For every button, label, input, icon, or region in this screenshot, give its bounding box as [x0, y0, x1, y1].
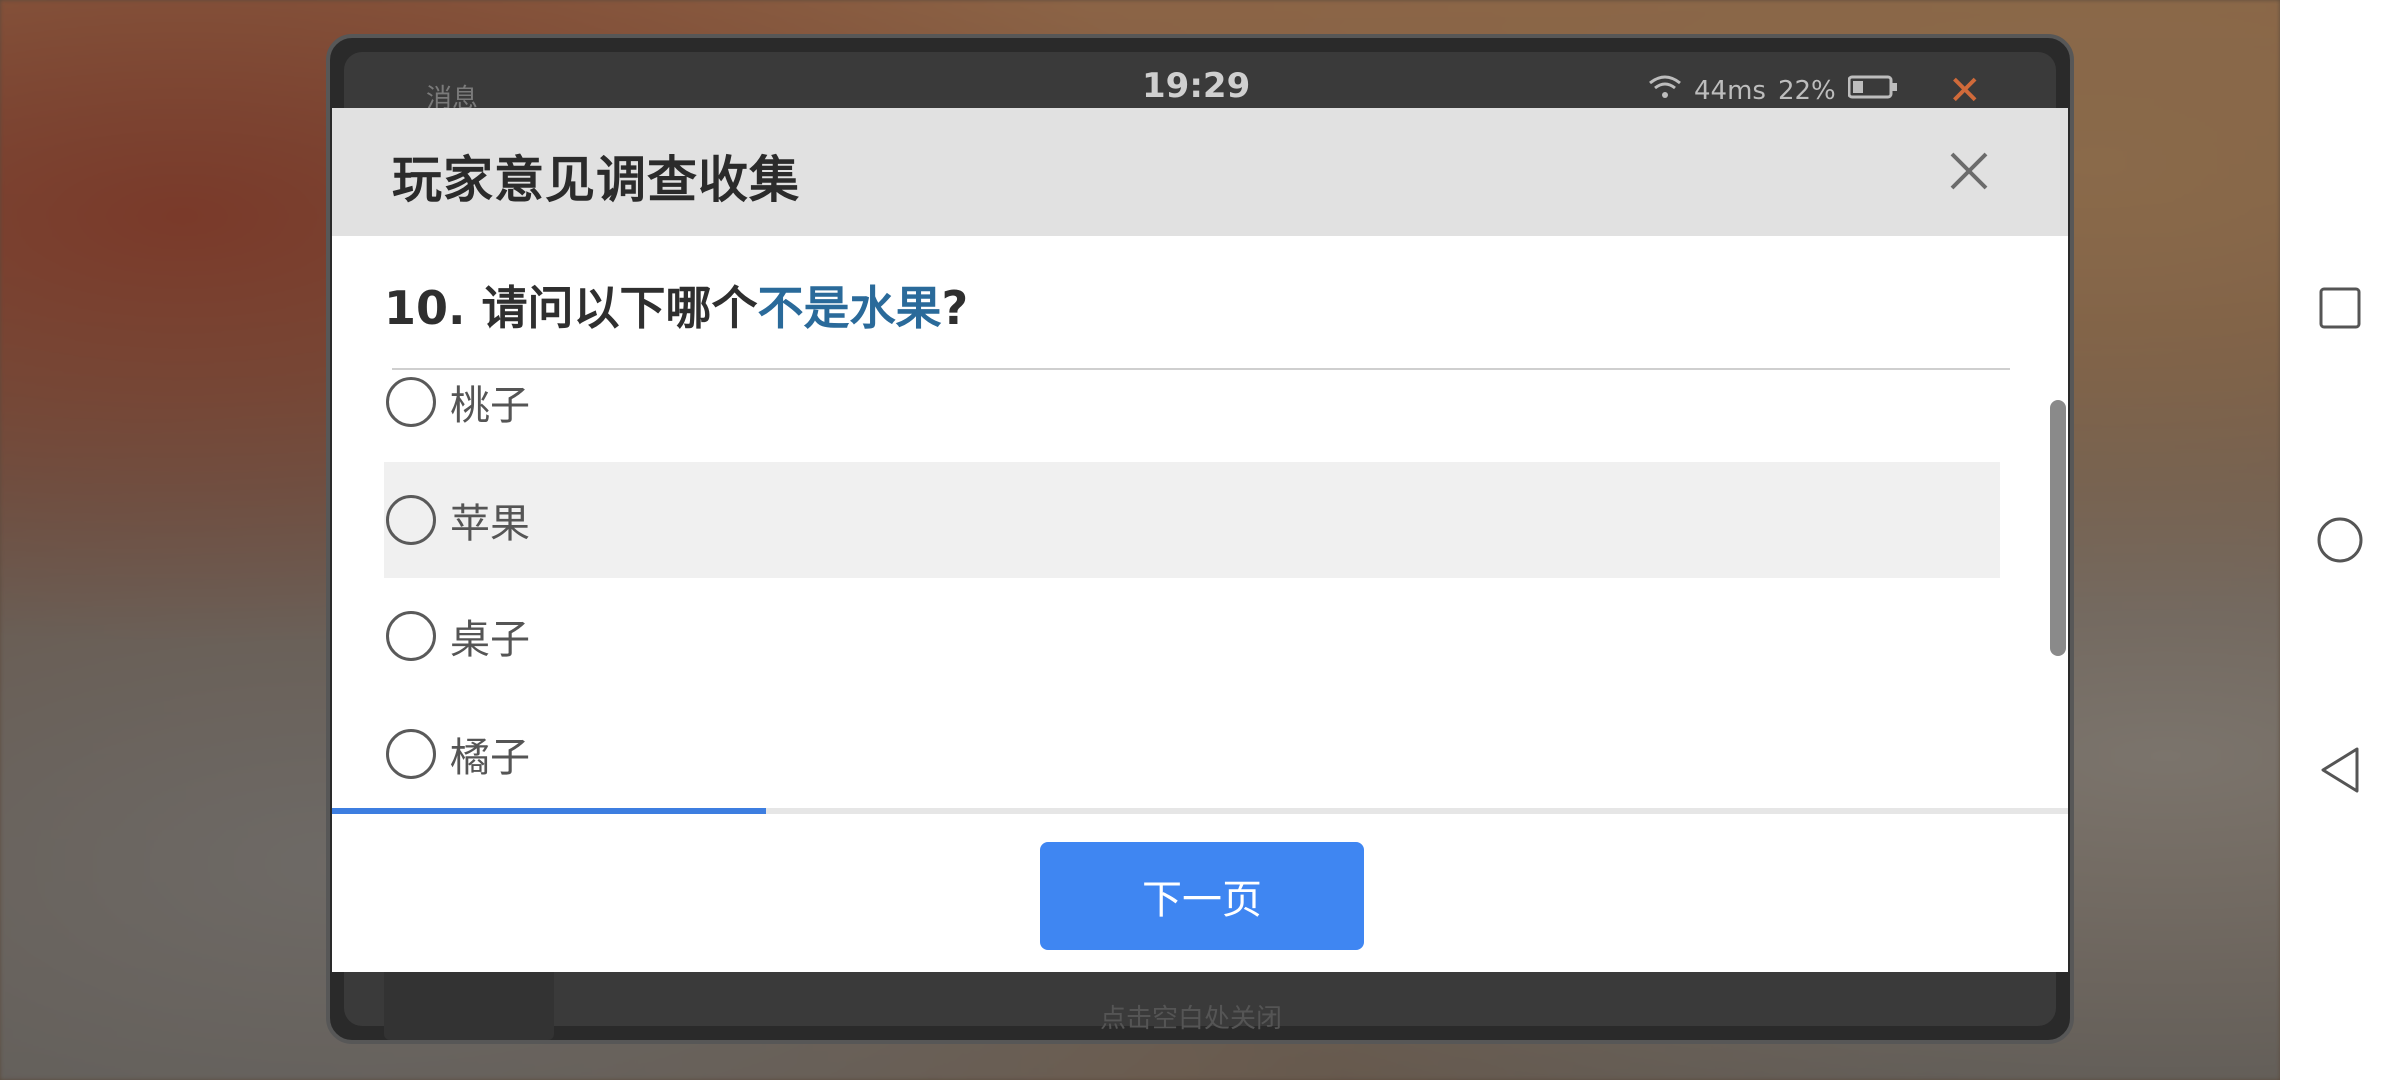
status-time: 19:29 [1142, 66, 1251, 106]
status-right: 44ms 22% [1648, 74, 1898, 107]
radio-button[interactable] [386, 377, 436, 427]
close-hint: 点击空白处关闭 [1100, 1004, 1283, 1034]
question-prefix: 10. 请问以下哪个 [384, 281, 758, 335]
option-item[interactable]: 苹果 [384, 462, 2000, 578]
radio-button[interactable] [386, 611, 436, 661]
radio-button[interactable] [386, 495, 436, 545]
survey-dialog: 玩家意见调查收集 10. 请问以下哪个不是水果? 桃子 苹果 桌子 橘子 下一页 [332, 108, 2068, 972]
next-page-button[interactable]: 下一页 [1040, 842, 1364, 950]
back-triangle-icon [2321, 747, 2359, 793]
dialog-title: 玩家意见调查收集 [392, 151, 800, 209]
options-list: 桃子 苹果 桌子 橘子 [384, 370, 2000, 878]
square-icon [2319, 287, 2361, 329]
progress-fill [332, 808, 766, 814]
dialog-header: 玩家意见调查收集 [332, 108, 2068, 236]
battery-percent: 22% [1777, 75, 1836, 106]
question-suffix: ? [941, 281, 969, 335]
circle-icon [2317, 517, 2363, 563]
option-label: 桌子 [450, 617, 530, 663]
battery-icon [1847, 75, 1898, 106]
radio-button[interactable] [386, 729, 436, 779]
scrollbar[interactable] [2050, 400, 2066, 656]
option-label: 桃子 [450, 383, 530, 429]
wifi-icon [1648, 74, 1682, 107]
progress-bar [332, 808, 2068, 814]
question-text: 10. 请问以下哪个不是水果? [384, 272, 968, 338]
option-item[interactable]: 桃子 [384, 370, 2000, 460]
option-label: 苹果 [450, 501, 530, 547]
question-highlight: 不是水果 [757, 281, 942, 335]
option-label: 橘子 [450, 735, 530, 781]
close-icon[interactable] [1944, 146, 1994, 196]
option-item[interactable]: 橘子 [384, 696, 2000, 812]
system-nav-bar [2280, 0, 2400, 1080]
device-back-button [384, 960, 554, 1040]
option-item[interactable]: 桌子 [384, 578, 2000, 694]
back-button[interactable] [2310, 740, 2370, 800]
recent-apps-button[interactable] [2310, 278, 2370, 338]
home-button[interactable] [2310, 510, 2370, 570]
ping-value: 44ms [1694, 75, 1766, 106]
